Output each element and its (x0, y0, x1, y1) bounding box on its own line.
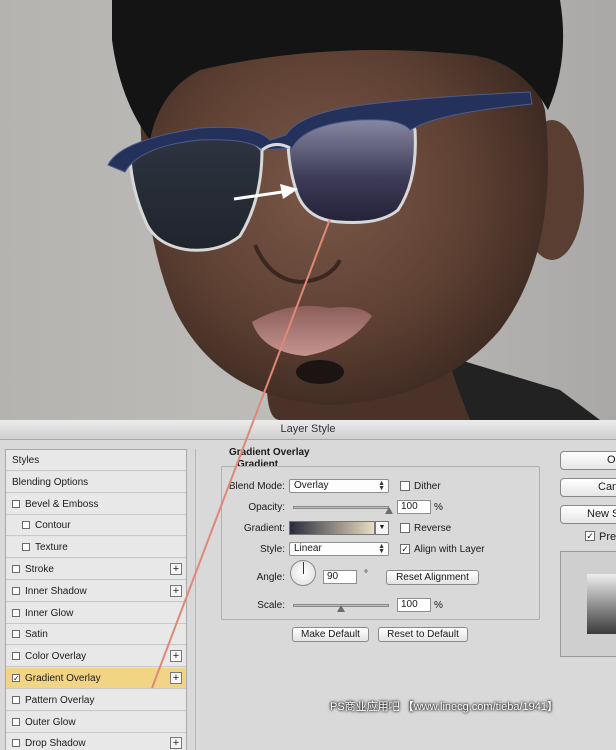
angle-needle (303, 562, 304, 574)
style-item-label: Stroke (25, 564, 54, 575)
style-select[interactable]: Linear ▲ ▼ (289, 542, 389, 556)
dialog-button-column: O Can New S ✓ Pre (560, 448, 616, 748)
opacity-slider-thumb[interactable] (385, 507, 393, 514)
style-item-checkbox[interactable] (12, 739, 20, 748)
style-item-contour[interactable]: Contour (6, 515, 186, 537)
style-item-pattern-overlay[interactable]: Pattern Overlay (6, 689, 186, 711)
add-style-plus-icon[interactable]: + (170, 563, 182, 575)
angle-unit: ° (364, 569, 368, 580)
add-style-plus-icon[interactable]: + (170, 584, 182, 597)
align-with-layer-label: Align with Layer (414, 544, 485, 555)
style-item-styles[interactable]: Styles (6, 450, 186, 471)
style-item-label: Contour (35, 520, 71, 532)
style-value: Linear (294, 543, 322, 554)
watermark: PS商业应用吧 【www.linecg.com/tieba/1941】 (330, 701, 559, 713)
style-item-checkbox[interactable] (12, 717, 20, 726)
gradient-dropdown-icon[interactable]: ▼ (375, 521, 389, 535)
style-item-label: Inner Shadow (25, 585, 87, 597)
scale-slider-thumb[interactable] (337, 605, 345, 612)
style-item-blending-options[interactable]: Blending Options (6, 471, 186, 493)
gradient-swatch[interactable] (289, 521, 375, 535)
style-item-checkbox[interactable] (22, 543, 30, 552)
style-item-drop-shadow[interactable]: Drop Shadow + (6, 733, 186, 750)
preview-label: Pre (599, 531, 616, 543)
style-item-outer-glow[interactable]: Outer Glow (6, 711, 186, 733)
style-item-label: Styles (12, 455, 40, 466)
reverse-checkbox[interactable] (400, 523, 410, 533)
make-default-button[interactable]: Make Default (292, 627, 369, 642)
preview-swatch (587, 574, 616, 634)
blend-mode-value: Overlay (294, 480, 329, 491)
style-item-checkbox[interactable] (12, 630, 20, 639)
style-item-checkbox[interactable] (12, 499, 20, 508)
select-arrows-icon: ▲ ▼ (378, 543, 385, 555)
opacity-slider[interactable] (293, 506, 389, 509)
style-item-checkbox[interactable] (12, 565, 20, 573)
select-arrows-icon: ▲ ▼ (378, 480, 385, 492)
dither-checkbox[interactable] (400, 481, 410, 491)
add-style-plus-icon[interactable]: + (170, 737, 182, 750)
dither-label: Dither (414, 481, 441, 492)
scale-unit: % (434, 600, 443, 611)
styles-list: Styles Blending Options Bevel & Emboss Cont… (5, 449, 187, 750)
angle-label: Angle: (256, 572, 285, 583)
style-item-label: Pattern Overlay (25, 694, 95, 706)
style-item-checkbox[interactable] (12, 652, 20, 661)
reverse-label: Reverse (414, 523, 452, 534)
preview-checkbox[interactable]: ✓ (585, 531, 595, 541)
style-item-gradient-overlay[interactable]: ✓ Gradient Overlay + (6, 668, 186, 689)
scale-input[interactable]: 100 (397, 598, 431, 612)
angle-input[interactable]: 90 (323, 570, 357, 584)
opacity-label: Opacity: (248, 502, 285, 513)
add-style-plus-icon[interactable]: + (170, 672, 182, 684)
style-item-label: Texture (35, 542, 68, 554)
panel-divider (195, 449, 196, 750)
style-item-inner-glow[interactable]: Inner Glow (6, 602, 186, 624)
opacity-input[interactable]: 100 (397, 500, 431, 514)
align-with-layer-checkbox[interactable]: ✓ (400, 544, 410, 554)
style-item-label: Color Overlay (25, 651, 87, 663)
style-item-label: Gradient Overlay (25, 673, 101, 684)
style-item-satin[interactable]: Satin (6, 624, 186, 646)
style-item-texture[interactable]: Texture (6, 537, 186, 559)
style-item-inner-shadow[interactable]: Inner Shadow + (6, 580, 186, 602)
style-item-label: Blending Options (12, 476, 89, 488)
style-item-label: Bevel & Emboss (25, 498, 99, 510)
reset-alignment-button[interactable]: Reset Alignment (386, 570, 479, 585)
style-item-label: Satin (25, 629, 48, 641)
ok-button[interactable]: O (560, 451, 616, 470)
style-item-checkbox[interactable]: ✓ (12, 674, 20, 683)
style-item-checkbox[interactable] (12, 608, 20, 617)
portrait-image (0, 0, 616, 420)
preview-box (560, 551, 616, 657)
style-item-checkbox[interactable] (22, 521, 30, 530)
section-title: Gradient Overlay (229, 447, 310, 458)
photo-canvas (0, 0, 616, 420)
style-item-checkbox[interactable] (12, 695, 20, 704)
style-item-color-overlay[interactable]: Color Overlay + (6, 646, 186, 668)
style-item-checkbox[interactable] (12, 586, 20, 595)
scale-label: Scale: (257, 600, 285, 611)
blend-mode-label: Blend Mode: (228, 481, 285, 492)
new-style-button[interactable]: New S (560, 505, 616, 524)
blend-mode-select[interactable]: Overlay ▲ ▼ (289, 479, 389, 493)
dialog-title: Layer Style (0, 420, 616, 440)
gradient-label: Gradient: (243, 523, 285, 534)
style-item-stroke[interactable]: Stroke + (6, 559, 186, 580)
style-item-bevel-emboss[interactable]: Bevel & Emboss (6, 493, 186, 515)
add-style-plus-icon[interactable]: + (170, 650, 182, 663)
opacity-unit: % (434, 502, 443, 513)
style-label: Style: (259, 544, 285, 555)
style-item-label: Drop Shadow (25, 738, 86, 750)
reset-to-default-button[interactable]: Reset to Default (378, 627, 468, 642)
cancel-button[interactable]: Can (560, 478, 616, 497)
angle-dial[interactable] (290, 560, 316, 586)
style-item-label: Outer Glow (25, 716, 76, 728)
style-item-label: Inner Glow (25, 607, 74, 619)
